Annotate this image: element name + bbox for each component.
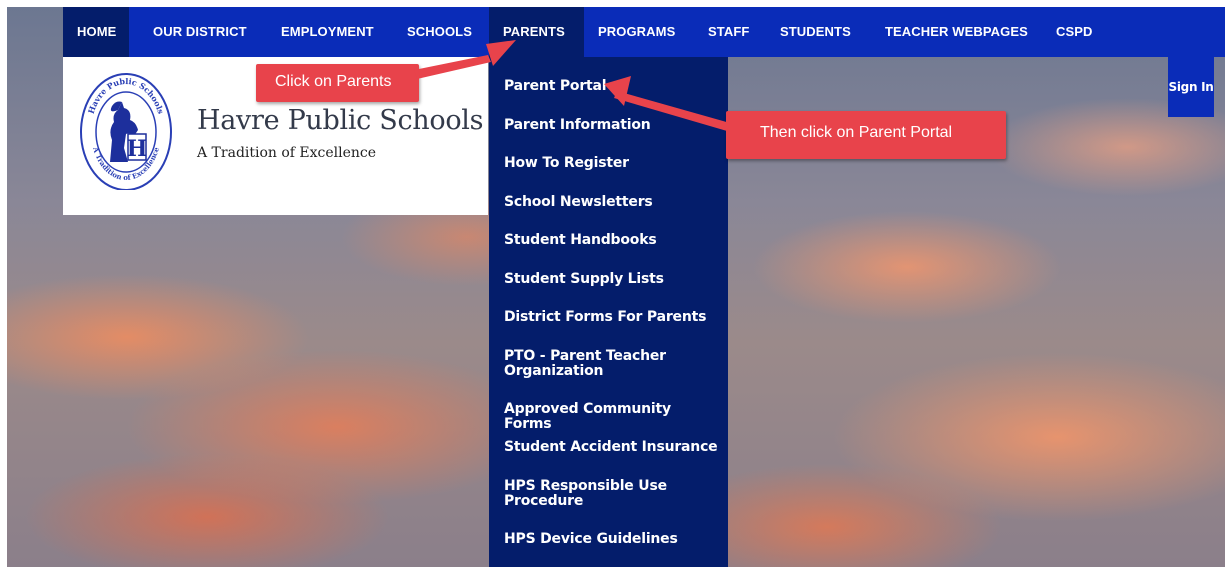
site-tagline: A Tradition of Excellence	[197, 145, 377, 161]
nav-our-district[interactable]: OUR DISTRICT	[139, 7, 261, 57]
nav-teacher-webpages[interactable]: TEACHER WEBPAGES	[871, 7, 1042, 57]
menu-item-responsible-use-procedure[interactable]: HPS Responsible Use Procedure	[504, 479, 674, 509]
nav-parents[interactable]: PARENTS	[489, 7, 584, 57]
menu-item-parent-portal[interactable]: Parent Portal	[504, 79, 719, 94]
menu-item-device-guidelines[interactable]: HPS Device Guidelines	[504, 532, 719, 547]
nav-programs[interactable]: PROGRAMS	[584, 7, 689, 57]
menu-item-parent-information[interactable]: Parent Information	[504, 118, 719, 133]
menu-item-approved-community-forms[interactable]: Approved Community Forms	[504, 402, 719, 432]
nav-home[interactable]: HOME	[63, 7, 129, 57]
nav-cspd[interactable]: CSPD	[1042, 7, 1107, 57]
callout-click-parent-portal: Then click on Parent Portal	[726, 111, 1006, 159]
callout-click-parents: Click on Parents	[256, 64, 419, 102]
menu-item-student-accident-insurance[interactable]: Student Accident Insurance	[504, 440, 719, 455]
menu-item-how-to-register[interactable]: How To Register	[504, 156, 719, 171]
parents-dropdown-menu: Parent Portal Parent Information How To …	[489, 57, 728, 567]
nav-students[interactable]: STUDENTS	[766, 7, 865, 57]
svg-text:H: H	[127, 136, 148, 162]
nav-employment[interactable]: EMPLOYMENT	[267, 7, 388, 57]
menu-item-pto[interactable]: PTO - Parent Teacher Organization	[504, 349, 674, 379]
menu-item-student-supply-lists[interactable]: Student Supply Lists	[504, 272, 719, 287]
nav-schools[interactable]: SCHOOLS	[393, 7, 486, 57]
nav-staff[interactable]: STAFF	[694, 7, 763, 57]
menu-item-school-newsletters[interactable]: School Newsletters	[504, 195, 719, 210]
sign-in-button[interactable]: Sign In	[1168, 57, 1214, 117]
school-seal-logo: Havre Public Schools A Tradition of Exce…	[80, 73, 172, 190]
menu-item-district-forms[interactable]: District Forms For Parents	[504, 310, 719, 325]
menu-item-student-handbooks[interactable]: Student Handbooks	[504, 233, 719, 248]
site-title: Havre Public Schools	[197, 105, 484, 136]
